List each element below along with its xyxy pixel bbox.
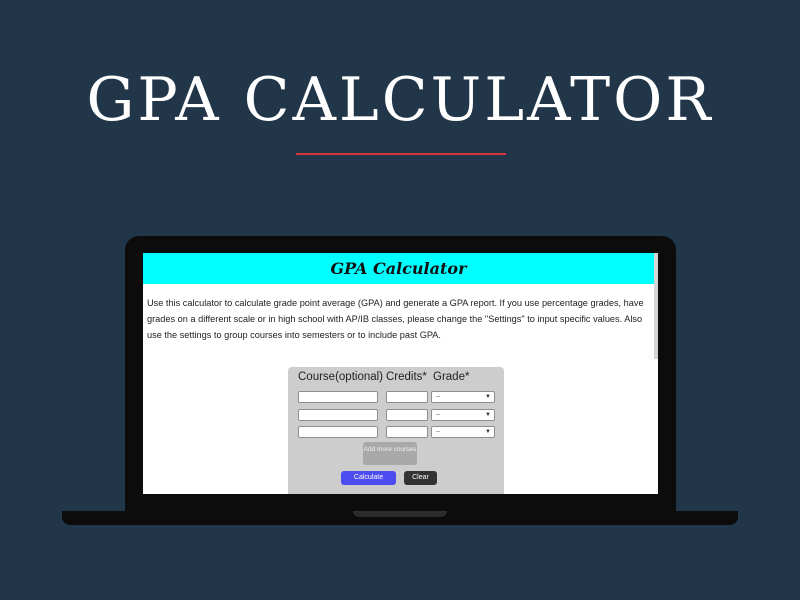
hero-divider — [296, 153, 506, 155]
course-name-input[interactable] — [298, 426, 378, 438]
calculate-button[interactable]: Calculate — [341, 471, 396, 485]
credits-input[interactable] — [386, 409, 428, 421]
column-header-course: Course(optional) — [298, 371, 384, 383]
chevron-down-icon: ▼ — [485, 394, 491, 400]
grade-select-value: -- — [436, 412, 440, 418]
grade-select-value: -- — [436, 429, 440, 435]
app-header: GPA Calculator — [143, 253, 654, 284]
chevron-down-icon: ▼ — [485, 429, 491, 435]
credits-input[interactable] — [386, 426, 428, 438]
promo-stage: GPA CALCULATOR GPA Calculator Use this c… — [0, 0, 800, 600]
column-header-grade: Grade* — [433, 371, 470, 383]
clear-button[interactable]: Clear — [404, 471, 437, 485]
course-name-input[interactable] — [298, 409, 378, 421]
grade-select[interactable]: -- ▼ — [431, 409, 495, 421]
column-header-credits: Credits* — [386, 371, 427, 383]
course-name-input[interactable] — [298, 391, 378, 403]
intro-text: Use this calculator to calculate grade p… — [147, 298, 644, 340]
scrollbar[interactable] — [654, 253, 658, 359]
hero-title: GPA CALCULATOR — [86, 65, 714, 135]
add-more-courses-button[interactable]: Add more courses — [363, 442, 417, 465]
gpa-form: Course(optional) Credits* Grade* -- ▼ --… — [288, 367, 504, 494]
laptop-screen: GPA Calculator Use this calculator to ca… — [143, 253, 658, 494]
grade-select[interactable]: -- ▼ — [431, 426, 495, 438]
grade-select-value: -- — [436, 394, 440, 400]
laptop-notch — [353, 511, 447, 517]
credits-input[interactable] — [386, 391, 428, 403]
chevron-down-icon: ▼ — [485, 412, 491, 418]
grade-select[interactable]: -- ▼ — [431, 391, 495, 403]
